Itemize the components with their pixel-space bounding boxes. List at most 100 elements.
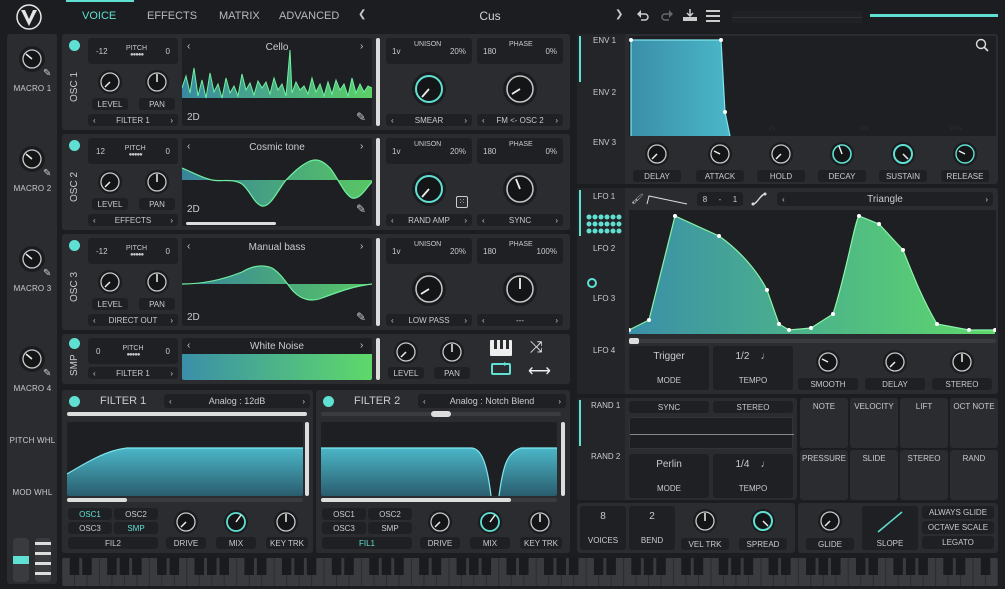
black-key[interactable]: [806, 558, 816, 575]
black-key[interactable]: [394, 558, 404, 575]
env-release-knob[interactable]: [953, 142, 977, 166]
black-key[interactable]: [306, 558, 317, 575]
black-key[interactable]: [331, 558, 342, 575]
osc-2-phase-knob[interactable]: [503, 172, 537, 206]
pencil-icon[interactable]: ✎: [43, 368, 51, 379]
black-key[interactable]: [955, 558, 966, 575]
preset-name[interactable]: Cus: [470, 9, 510, 23]
osc-1-2d-label[interactable]: 2D: [187, 112, 200, 123]
osc-3-wave-next[interactable]: ›: [360, 241, 363, 252]
osc-3-unison[interactable]: 1v UNISON 20%: [386, 238, 472, 264]
filter-2-src-osc3[interactable]: OSC3: [322, 522, 366, 534]
sampler-name[interactable]: White Noise: [222, 341, 332, 352]
filter-2-enable[interactable]: [323, 396, 334, 407]
undo-icon[interactable]: [636, 8, 650, 22]
osc-3-frame-slider[interactable]: [376, 238, 380, 326]
black-key[interactable]: [481, 558, 492, 575]
osc-2-frame-slider[interactable]: [376, 138, 380, 226]
filter-2-cutoff-slider[interactable]: [321, 411, 561, 417]
glide-knob[interactable]: [818, 509, 842, 533]
osc-1-pitch[interactable]: -12 PITCH ●●●●● 0: [88, 38, 178, 64]
osc-1-spectral-mode[interactable]: ‹ SMEAR ›: [386, 114, 472, 126]
env-hold-knob[interactable]: [769, 142, 793, 166]
filter-2-resonance-slider[interactable]: [561, 422, 565, 496]
black-key[interactable]: [943, 558, 953, 575]
voices-count[interactable]: 8 VOICES: [580, 506, 626, 550]
filter-2-src-smp[interactable]: SMP: [368, 522, 412, 534]
filter-2-mix-knob[interactable]: [478, 510, 502, 534]
filter-1-blend-slider[interactable]: [67, 498, 303, 502]
legato-button[interactable]: LEGATO: [922, 536, 994, 549]
black-key[interactable]: [743, 558, 754, 575]
sampler-prev[interactable]: ‹: [187, 340, 190, 351]
black-key[interactable]: [169, 558, 180, 575]
lfo-tab-2[interactable]: LFO 2: [593, 244, 615, 253]
tab-effects[interactable]: EFFECTS: [147, 10, 197, 22]
black-key[interactable]: [855, 558, 866, 575]
filter-1-drive-knob[interactable]: [174, 510, 198, 534]
black-key[interactable]: [781, 558, 791, 575]
rand-tab-2[interactable]: RAND 2: [591, 452, 620, 461]
pencil-icon[interactable]: ✎: [43, 268, 51, 279]
lfo-graph[interactable]: [629, 210, 996, 334]
preset-prev-button[interactable]: ❮: [358, 9, 366, 20]
osc-3-wavetable[interactable]: ‹ Manual bass › 2D ✎: [182, 238, 372, 326]
filter-1-response[interactable]: [67, 422, 303, 496]
filter-1-route-fil2[interactable]: FIL2: [68, 537, 158, 549]
osc-3-level-knob[interactable]: [98, 270, 122, 294]
black-key[interactable]: [219, 558, 229, 575]
filter-1-mix-knob[interactable]: [224, 510, 248, 534]
black-key[interactable]: [731, 558, 741, 575]
filter-2-route-fil1[interactable]: FIL1: [322, 537, 412, 549]
sampler-pan-knob[interactable]: [440, 340, 464, 364]
black-key[interactable]: [818, 558, 829, 575]
zoom-icon[interactable]: [975, 38, 989, 52]
black-key[interactable]: [82, 558, 92, 575]
black-key[interactable]: [643, 558, 654, 575]
filter-1-src-osc1[interactable]: OSC1: [68, 508, 112, 520]
black-key[interactable]: [568, 558, 579, 575]
sampler-display[interactable]: ‹ White Noise ›: [182, 338, 372, 380]
lfo-curve-icon[interactable]: [751, 192, 767, 206]
osc-1-wave-name[interactable]: Cello: [222, 42, 332, 53]
pitch-wheel[interactable]: [13, 538, 29, 582]
redo-icon[interactable]: [660, 8, 674, 22]
pencil-icon[interactable]: ✎: [356, 310, 366, 324]
black-key[interactable]: [556, 558, 566, 575]
rand-stereo-button[interactable]: STEREO: [713, 401, 793, 413]
black-key[interactable]: [369, 558, 379, 575]
black-key[interactable]: [905, 558, 916, 575]
black-key[interactable]: [157, 558, 167, 575]
macro-4-knob[interactable]: [19, 346, 45, 372]
env-delay-knob[interactable]: [645, 142, 669, 166]
lfo-tab-1[interactable]: LFO 1: [593, 192, 615, 201]
mod-wheel[interactable]: [35, 538, 51, 582]
osc-3-2d-label[interactable]: 2D: [187, 312, 200, 323]
osc-1-frame-slider[interactable]: [376, 38, 380, 126]
black-key[interactable]: [381, 558, 392, 575]
osc-3-spectral-mode[interactable]: ‹ LOW PASS ›: [386, 314, 472, 326]
lfo-smooth-shape-icon[interactable]: [645, 192, 689, 206]
tab-matrix[interactable]: MATRIX: [219, 10, 260, 22]
black-key[interactable]: [69, 558, 80, 575]
spread-knob[interactable]: [751, 509, 775, 533]
sampler-slider[interactable]: [376, 338, 380, 380]
lfo-phase-slider[interactable]: [629, 338, 996, 344]
black-key[interactable]: [631, 558, 641, 575]
black-key[interactable]: [868, 558, 878, 575]
osc-1-level-knob[interactable]: [98, 70, 122, 94]
mod-source-rand[interactable]: RAND: [950, 450, 998, 500]
filter-2-keytrack-knob[interactable]: [528, 510, 552, 534]
osc-3-pitch[interactable]: -12 PITCH ●●●●● 0: [88, 238, 178, 264]
black-key[interactable]: [506, 558, 517, 575]
lfo-tab-3[interactable]: LFO 3: [593, 294, 615, 303]
osc-3-pan-knob[interactable]: [145, 270, 169, 294]
rand-mode[interactable]: Perlin MODE: [629, 454, 709, 498]
osc-2-pitch[interactable]: 12 PITCH ●●●●● 0: [88, 138, 178, 164]
mod-source-stereo[interactable]: STEREO: [900, 450, 948, 500]
piano-keyboard[interactable]: [62, 558, 998, 586]
sampler-pitch[interactable]: 0 PITCH ●●●●● 0: [88, 338, 178, 364]
osc-3-wave-name[interactable]: Manual bass: [222, 242, 332, 253]
save-icon[interactable]: [682, 8, 698, 22]
env-tab-2[interactable]: ENV 2: [593, 88, 616, 97]
